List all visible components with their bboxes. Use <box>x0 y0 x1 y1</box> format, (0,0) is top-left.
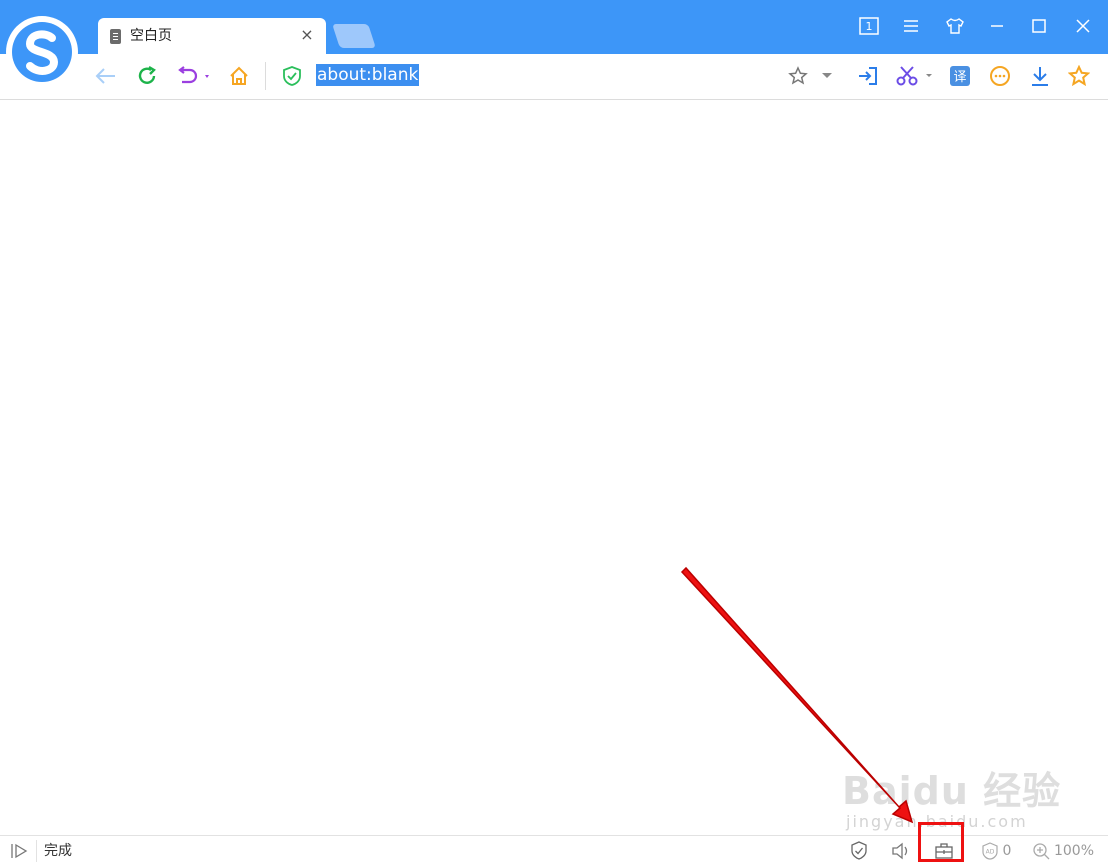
page-icon <box>110 29 121 44</box>
play-sidebar-icon <box>11 843 28 859</box>
maximize-icon <box>1032 19 1046 33</box>
undo-icon <box>178 66 209 84</box>
skin-button[interactable] <box>940 12 970 40</box>
bookmark-dropdown-button[interactable] <box>815 62 839 90</box>
minimize-icon <box>991 25 1003 27</box>
watermark-logo: Baidu 经验 <box>842 769 1062 813</box>
logo-s-icon <box>25 30 59 75</box>
sound-button[interactable] <box>890 841 912 861</box>
zoom-in-icon <box>1033 843 1050 860</box>
bookmark-star-button[interactable] <box>784 62 812 90</box>
adblock-count: 0 <box>1002 843 1012 859</box>
tshirt-icon <box>946 18 964 34</box>
star-outline-icon <box>788 66 808 85</box>
zoom-button[interactable]: 100% <box>1030 841 1096 861</box>
back-arrow-icon <box>95 68 115 84</box>
shield-check-icon <box>851 841 867 860</box>
shield-check-icon <box>283 66 301 86</box>
menu-button[interactable] <box>896 12 926 40</box>
zoom-level: 100% <box>1053 843 1095 859</box>
tab-close-button[interactable]: × <box>298 26 316 44</box>
refresh-button[interactable] <box>133 62 161 90</box>
security-shield-button[interactable] <box>278 62 306 90</box>
favorites-button[interactable] <box>1065 62 1093 90</box>
toolbar-divider <box>265 62 266 90</box>
navigation-bar: about:blank 译 <box>0 54 1108 100</box>
home-button[interactable] <box>225 62 253 90</box>
tab-count: 1 <box>865 19 873 33</box>
download-button[interactable] <box>1026 62 1054 90</box>
new-tab-button[interactable] <box>332 24 376 48</box>
back-button[interactable] <box>92 62 120 90</box>
status-text: 完成 <box>44 843 72 859</box>
sogou-browser-logo[interactable] <box>6 16 78 88</box>
scissors-icon <box>896 66 932 86</box>
svg-text:AD: AD <box>985 849 994 856</box>
security-status-button[interactable] <box>848 841 870 861</box>
login-button[interactable] <box>854 62 882 90</box>
translate-button[interactable]: 译 <box>946 62 974 90</box>
svg-text:译: 译 <box>953 70 966 85</box>
home-icon <box>230 66 248 85</box>
speaker-icon <box>892 842 908 860</box>
refresh-icon <box>138 65 156 84</box>
annotation-highlight-box <box>918 822 964 862</box>
tab-counter-button[interactable]: 1 <box>854 12 884 40</box>
adblock-shield-icon: AD <box>981 842 998 860</box>
screenshot-button[interactable] <box>893 62 937 90</box>
page-content <box>0 100 1108 834</box>
more-tools-button[interactable] <box>986 62 1014 90</box>
translate-icon: 译 <box>950 66 970 86</box>
close-icon <box>1076 19 1090 33</box>
close-window-button[interactable] <box>1068 12 1098 40</box>
menu-icon <box>904 20 918 32</box>
more-dots-icon <box>990 66 1010 86</box>
undo-close-button[interactable] <box>174 62 214 90</box>
sign-in-icon <box>859 67 877 85</box>
maximize-button[interactable] <box>1024 12 1054 40</box>
title-bar: 空白页 × 1 <box>0 0 1108 54</box>
minimize-button[interactable] <box>982 12 1012 40</box>
star-icon <box>1068 65 1090 87</box>
download-icon <box>1032 67 1048 86</box>
active-tab[interactable]: 空白页 × <box>98 18 326 54</box>
adblock-button[interactable]: AD 0 <box>976 841 1016 861</box>
chevron-down-icon <box>822 73 832 78</box>
tab-title: 空白页 <box>130 28 172 44</box>
sidebar-toggle-button[interactable] <box>8 841 30 861</box>
status-divider <box>36 840 37 862</box>
address-bar-url[interactable]: about:blank <box>316 64 420 86</box>
